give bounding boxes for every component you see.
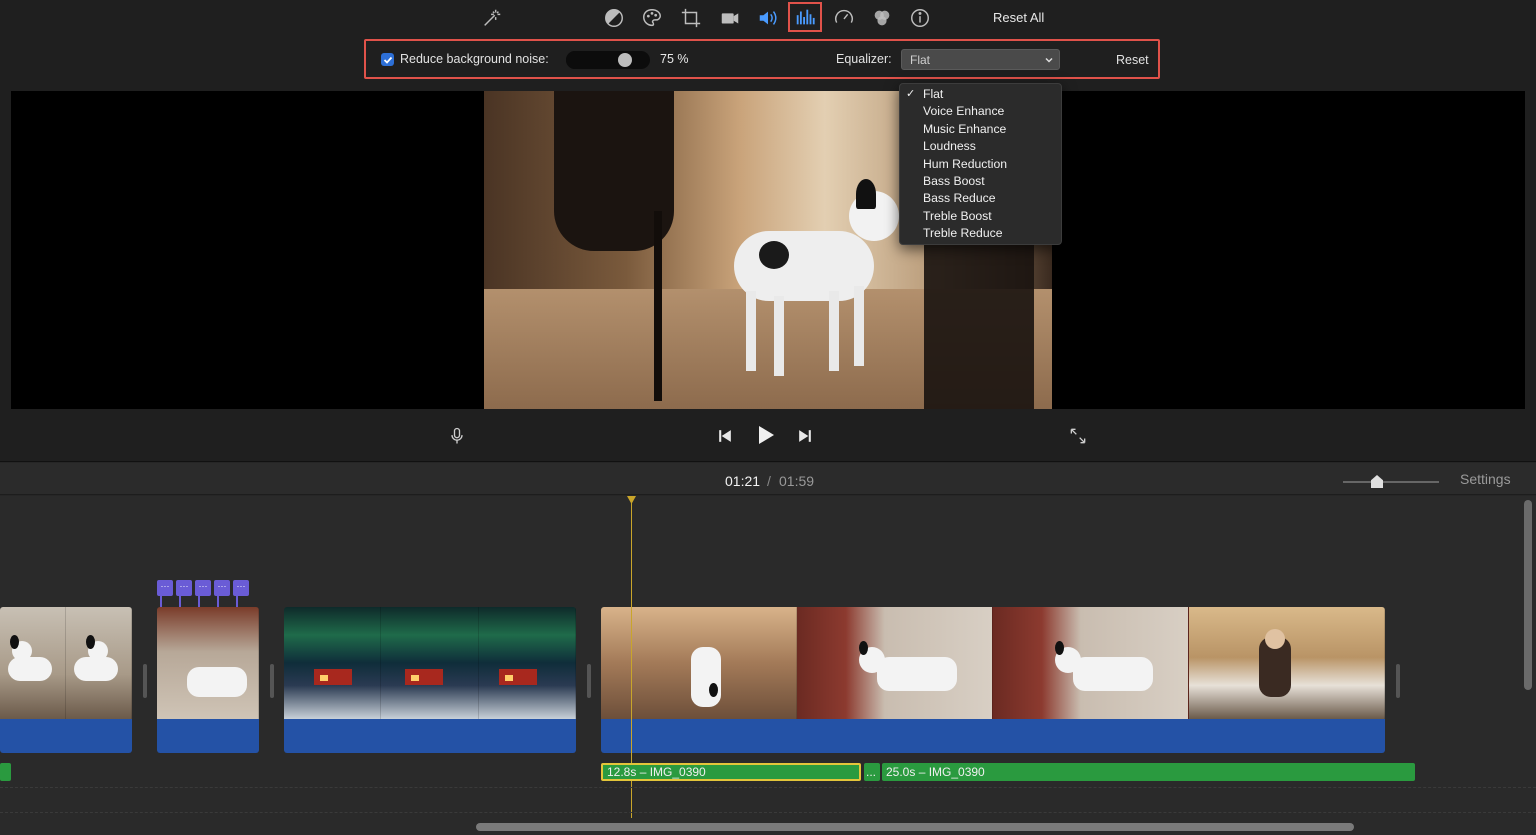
clip-audio-waveform: [284, 719, 576, 753]
clip-audio-waveform: [157, 719, 259, 753]
video-clip[interactable]: [601, 607, 1385, 753]
equalizer-option[interactable]: Bass Boost: [900, 173, 1061, 190]
marker[interactable]: ···: [176, 580, 192, 608]
total-time: 01:59: [779, 473, 815, 489]
audio-clip[interactable]: ...: [864, 763, 880, 781]
color-correction-icon[interactable]: [638, 4, 666, 32]
equalizer-option[interactable]: Voice Enhance: [900, 103, 1061, 120]
equalizer-option[interactable]: Music Enhance: [900, 121, 1061, 138]
equalizer-option-label: Loudness: [923, 139, 976, 154]
skip-back-icon[interactable]: [713, 424, 737, 448]
reset-all-button[interactable]: Reset All: [993, 10, 1044, 25]
noise-reduction-slider-knob[interactable]: [618, 53, 632, 67]
timeline-zoom-knob[interactable]: [1371, 475, 1383, 488]
chapter-markers: ··· ··· ··· ··· ···: [157, 580, 249, 608]
skip-forward-icon[interactable]: [793, 424, 817, 448]
microphone-icon[interactable]: [445, 424, 469, 448]
marker[interactable]: ···: [214, 580, 230, 608]
transition-handle[interactable]: [270, 664, 274, 698]
audio-clip[interactable]: 25.0s – IMG_0390: [882, 763, 1415, 781]
noise-reduction-value: 75 %: [660, 52, 689, 66]
equalizer-option-label: Bass Reduce: [923, 191, 996, 206]
fullscreen-icon[interactable]: [1066, 424, 1090, 448]
equalizer-option-label: Treble Reduce: [923, 226, 1003, 241]
chevron-down-icon: [1045, 57, 1053, 63]
horizontal-scrollbar[interactable]: [476, 823, 1354, 831]
equalizer-option-label: Bass Boost: [923, 173, 985, 188]
track-divider: [0, 812, 1536, 813]
equalizer-option[interactable]: Loudness: [900, 138, 1061, 155]
equalizer-option[interactable]: Bass Reduce: [900, 190, 1061, 207]
transition-handle[interactable]: [587, 664, 591, 698]
noise-reduction-equalizer-panel: Reduce background noise: 75 % Equalizer:…: [364, 39, 1160, 79]
equalizer-option-label: Music Enhance: [923, 121, 1007, 136]
playback-controls: [0, 418, 1536, 454]
transition-handle[interactable]: [143, 664, 147, 698]
equalizer-select[interactable]: Flat: [901, 49, 1060, 70]
equalizer-option-label: Voice Enhance: [923, 104, 1005, 119]
equalizer-option-label: Treble Boost: [923, 208, 992, 223]
timeline-header: 01:21 / 01:59 Settings: [0, 463, 1536, 495]
speed-icon[interactable]: [830, 4, 858, 32]
audio-clip[interactable]: 12.8s – IMG_0390: [601, 763, 861, 781]
marker[interactable]: ···: [157, 580, 173, 608]
equalizer-option[interactable]: Treble Reduce: [900, 225, 1061, 242]
video-clip[interactable]: [0, 607, 132, 753]
settings-button[interactable]: Settings: [1460, 471, 1511, 487]
vertical-scrollbar[interactable]: [1524, 500, 1532, 690]
play-icon[interactable]: [751, 421, 779, 449]
equalizer-label: Equalizer:: [836, 52, 892, 66]
equalizer-option[interactable]: ✓ Flat: [900, 86, 1061, 103]
color-balance-icon[interactable]: [600, 4, 628, 32]
track-divider: [0, 787, 1536, 788]
noise-reduction-slider-fill: [566, 51, 625, 69]
volume-icon[interactable]: [754, 4, 782, 32]
equalizer-selected-value: Flat: [910, 53, 931, 67]
info-icon[interactable]: [906, 4, 934, 32]
timeline-zoom-slider[interactable]: [1343, 475, 1439, 488]
crop-icon[interactable]: [677, 4, 705, 32]
noise-reduction-equalizer-icon[interactable]: [788, 2, 822, 32]
reduce-noise-label: Reduce background noise:: [400, 52, 549, 66]
adjustments-toolbar: Reset All: [0, 0, 1536, 36]
transition-handle[interactable]: [1396, 664, 1400, 698]
imovie-window: Reset All Reduce background noise: 75 % …: [0, 0, 1536, 835]
video-clip[interactable]: [284, 607, 576, 753]
equalizer-option-label: Flat: [923, 87, 944, 101]
noise-reduction-slider[interactable]: [566, 51, 650, 69]
equalizer-option[interactable]: Hum Reduction: [900, 156, 1061, 173]
equalizer-option-label: Hum Reduction: [923, 156, 1007, 171]
equalizer-dropdown-menu: ✓ Flat Voice Enhance Music Enhance Loudness H…: [899, 83, 1062, 245]
stabilization-icon[interactable]: [716, 4, 744, 32]
reset-button[interactable]: Reset: [1116, 53, 1149, 67]
video-preview: [11, 91, 1525, 409]
current-time: 01:21: [725, 473, 761, 489]
viewer-area: Reset All Reduce background noise: 75 % …: [0, 0, 1536, 462]
audio-clip-fragment[interactable]: [0, 763, 11, 781]
marker[interactable]: ···: [233, 580, 249, 608]
checkmark-icon: ✓: [906, 88, 916, 100]
timeline: ··· ··· ··· ··· ··· 12.8s – IMG_0390 ...…: [0, 496, 1536, 835]
clip-filter-icon[interactable]: [868, 4, 896, 32]
marker[interactable]: ···: [195, 580, 211, 608]
clip-audio-waveform: [0, 719, 132, 753]
time-separator: /: [767, 473, 771, 489]
clip-audio-waveform: [601, 719, 1385, 753]
reduce-noise-checkbox[interactable]: [381, 53, 394, 66]
equalizer-option[interactable]: Treble Boost: [900, 208, 1061, 225]
magic-wand-icon[interactable]: [478, 4, 506, 32]
video-clip[interactable]: [157, 607, 259, 753]
